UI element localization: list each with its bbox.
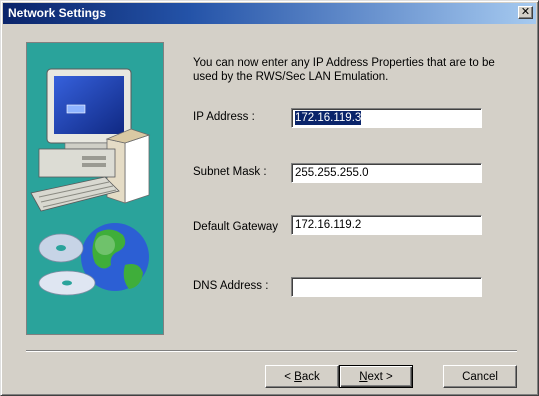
default-gateway-value: 172.16.119.2 <box>295 219 362 231</box>
window-title: Network Settings <box>8 6 107 20</box>
instruction-text: You can now enter any IP Address Propert… <box>193 57 495 83</box>
subnet-mask-label: Subnet Mask : <box>193 166 267 178</box>
ip-address-value: 172.16.119.3 <box>295 111 362 125</box>
back-button-accelerator: B <box>294 370 302 383</box>
back-button-prefix: < <box>284 370 295 383</box>
default-gateway-field[interactable]: 172.16.119.2 <box>291 215 482 235</box>
cancel-button-label: Cancel <box>462 370 498 383</box>
ip-address-field[interactable]: 172.16.119.3 <box>291 108 482 128</box>
wizard-illustration <box>26 42 164 335</box>
keyboard-icon <box>30 176 120 212</box>
network-settings-dialog: Network Settings ✕ You can now enter any… <box>0 0 539 396</box>
close-icon: ✕ <box>520 6 531 18</box>
next-button-accelerator: N <box>359 370 368 383</box>
title-bar[interactable]: Network Settings ✕ <box>3 3 536 24</box>
dns-address-label: DNS Address : <box>193 280 269 292</box>
next-button[interactable]: Next > <box>339 365 413 388</box>
cancel-button[interactable]: Cancel <box>443 365 517 388</box>
close-button[interactable]: ✕ <box>518 6 533 19</box>
next-button-label-rest: ext > <box>367 370 393 383</box>
subnet-mask-value: 255.255.255.0 <box>295 167 369 179</box>
ip-address-label: IP Address : <box>193 111 255 123</box>
subnet-mask-field[interactable]: 255.255.255.0 <box>291 163 482 183</box>
button-separator <box>26 350 517 352</box>
dns-address-field[interactable] <box>291 277 482 297</box>
network-computer-illustration <box>30 68 151 296</box>
back-button-label-rest: ack <box>301 370 320 383</box>
back-button[interactable]: < Back <box>265 365 339 388</box>
default-gateway-label: Default Gateway <box>193 221 279 233</box>
